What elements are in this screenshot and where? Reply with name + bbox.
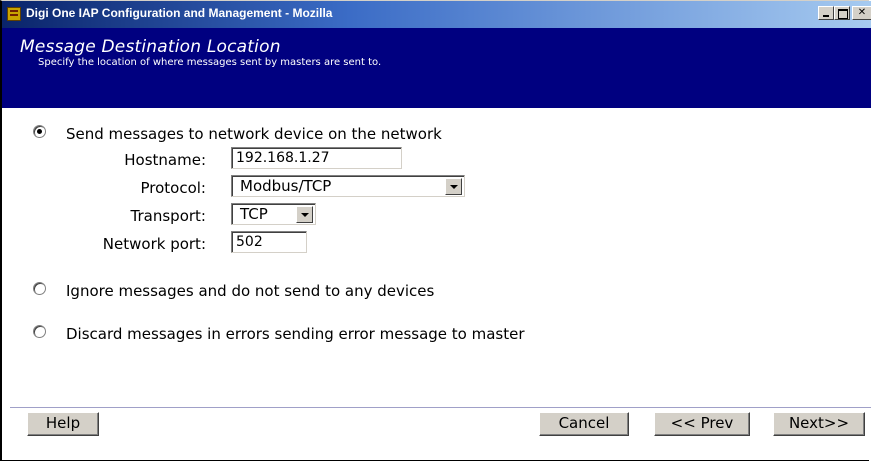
cancel-button[interactable]: Cancel [539,412,629,436]
network-port-input[interactable] [231,231,307,253]
page-subtitle: Specify the location of where messages s… [38,57,382,68]
window-title: Digi One IAP Configuration and Managemen… [26,6,333,20]
chevron-down-icon[interactable] [445,178,462,195]
page-title: Message Destination Location [20,37,281,57]
wizard-footer: Help Cancel << Prev Next>> [2,408,871,460]
help-button[interactable]: Help [27,412,99,436]
hostname-label: Hostname: [124,151,206,169]
minimize-icon[interactable] [818,6,834,20]
protocol-value: Modbus/TCP [240,177,332,195]
digi-app-icon[interactable] [7,7,21,21]
transport-select[interactable]: TCP [231,203,316,225]
discard-messages-label: Discard messages in errors sending error… [66,325,525,343]
browser-window: Digi One IAP Configuration and Managemen… [0,0,871,461]
ignore-messages-radio[interactable] [33,282,46,295]
hostname-input[interactable] [231,147,402,169]
transport-label: Transport: [130,207,206,225]
network-device-radio[interactable] [33,125,46,138]
chevron-down-icon[interactable] [296,206,313,223]
protocol-select[interactable]: Modbus/TCP [231,175,465,197]
title-bar[interactable]: Digi One IAP Configuration and Managemen… [2,1,871,28]
maximize-icon[interactable] [834,6,850,20]
protocol-label: Protocol: [140,179,206,197]
next-button[interactable]: Next>> [773,412,865,436]
page-header: Message Destination Location Specify the… [2,28,871,108]
ignore-messages-label: Ignore messages and do not send to any d… [66,282,435,300]
port-label: Network port: [102,235,206,253]
transport-value: TCP [240,205,268,223]
close-icon[interactable]: ✕ [852,6,871,20]
destination-form: Send messages to network device on the n… [2,108,871,408]
prev-button[interactable]: << Prev [654,412,750,436]
discard-messages-radio[interactable] [33,325,46,338]
network-device-label: Send messages to network device on the n… [66,125,442,143]
